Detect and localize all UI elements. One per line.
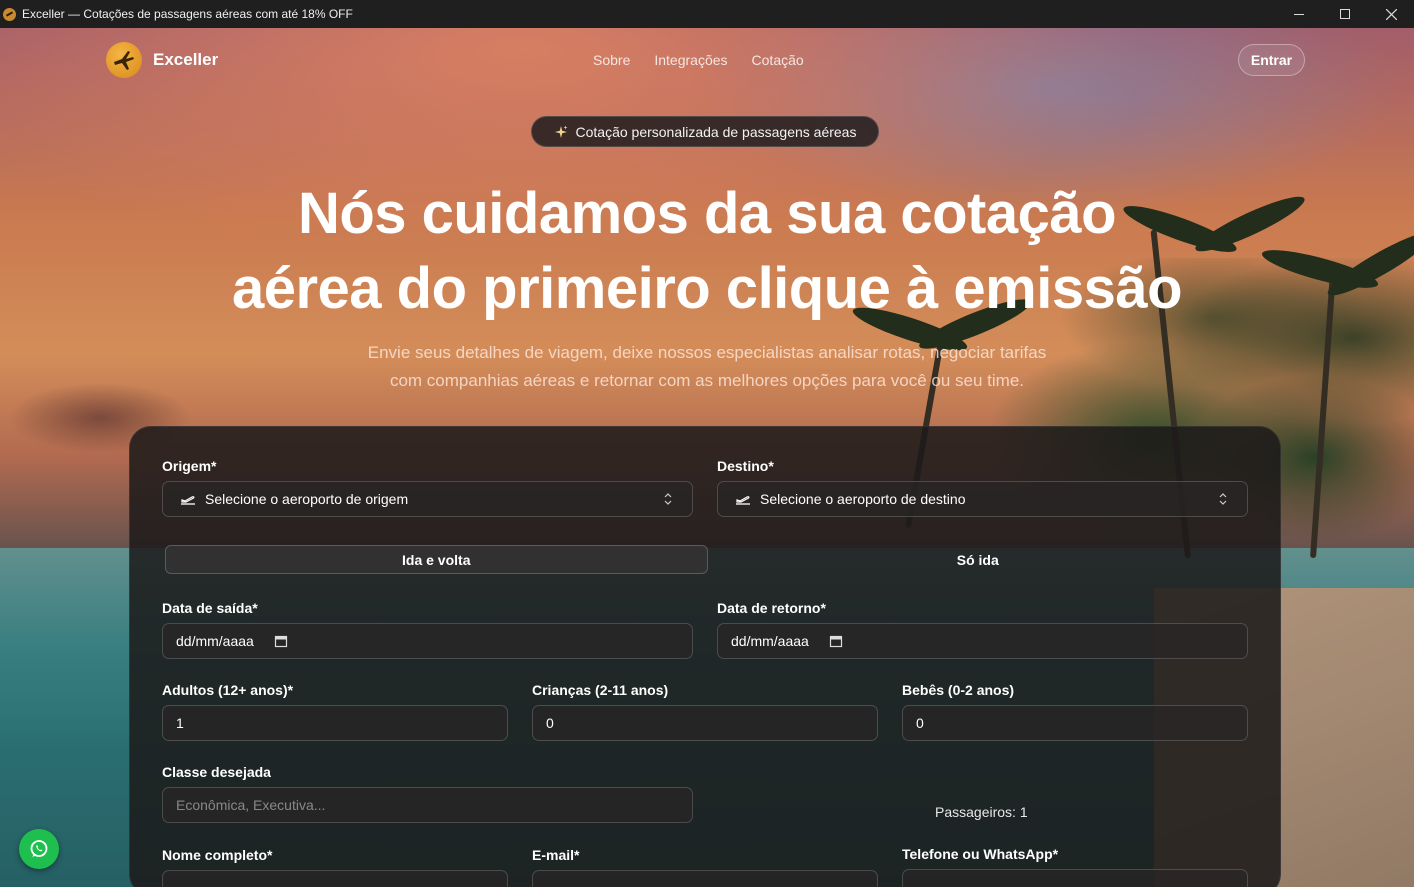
destination-label: Destino* [717, 458, 774, 474]
infants-value: 0 [916, 715, 924, 731]
infants-input[interactable]: 0 [902, 705, 1248, 741]
hero-subtitle-line: com companhias aéreas e retornar com as … [389, 371, 1025, 390]
destination-select[interactable]: Selecione o aeroporto de destino [717, 481, 1248, 517]
name-input[interactable] [162, 870, 508, 887]
return-date-input[interactable]: dd/mm/aaaa [717, 623, 1248, 659]
adults-input[interactable]: 1 [162, 705, 508, 741]
close-button[interactable] [1368, 0, 1414, 28]
hero-title-line: Nós cuidamos da sua cotação [297, 181, 1117, 246]
destination-select-text: Selecione o aeroporto de destino [760, 491, 966, 507]
infants-label: Bebês (0-2 anos) [902, 682, 1015, 698]
cabin-placeholder: Econômica, Executiva... [176, 797, 326, 813]
logo[interactable] [106, 42, 142, 78]
adults-value: 1 [176, 715, 184, 731]
hero-title-line: aérea do primeiro clique à emissão [231, 256, 1183, 321]
plane-logo-icon [114, 51, 134, 70]
hero-title: Nós cuidamos da sua cotação aérea do pri… [0, 176, 1414, 326]
hero-badge: Cotação personalizada de passagens aérea… [531, 116, 879, 147]
hero-badge-text: Cotação personalizada de passagens aérea… [575, 123, 857, 140]
origin-select[interactable]: Selecione o aeroporto de origem [162, 481, 693, 517]
maximize-button[interactable] [1322, 0, 1368, 28]
phone-label: Telefone ou WhatsApp* [902, 846, 1059, 862]
whatsapp-icon [30, 840, 48, 857]
calendar-icon[interactable] [274, 634, 288, 648]
minimize-button[interactable] [1276, 0, 1322, 28]
chevron-updown-icon [664, 493, 672, 505]
maximize-icon [1340, 9, 1350, 19]
nav-link-integracoes[interactable]: Integrações [654, 52, 727, 68]
calendar-icon[interactable] [829, 634, 843, 648]
email-input[interactable] [532, 870, 878, 887]
passengers-summary: Passageiros: 1 [935, 804, 1028, 820]
login-button[interactable]: Entrar [1238, 44, 1305, 76]
hero-subtitle-line: Envie seus detalhes de viagem, deixe nos… [367, 343, 1047, 362]
name-label: Nome completo* [162, 847, 273, 863]
takeoff-icon [181, 496, 195, 505]
departure-date-input[interactable]: dd/mm/aaaa [162, 623, 693, 659]
children-label: Crianças (2-11 anos) [532, 682, 669, 698]
trip-type-round-trip[interactable]: Ida e volta [165, 545, 708, 574]
origin-label: Origem* [162, 458, 217, 474]
phone-input[interactable] [902, 869, 1248, 887]
hero-subtitle: Envie seus detalhes de viagem, deixe nos… [0, 339, 1414, 395]
brand-name[interactable]: Exceller [153, 50, 218, 70]
main-nav: Sobre Integrações Cotação [593, 52, 804, 68]
email-label: E-mail* [532, 847, 580, 863]
departure-date-value: dd/mm/aaaa [176, 633, 254, 649]
children-input[interactable]: 0 [532, 705, 878, 741]
minimize-icon [1294, 13, 1304, 15]
chevron-updown-icon [1219, 493, 1227, 505]
trip-type-toggle: Ida e volta Só ida [165, 545, 1248, 574]
window-title: Exceller — Cotações de passagens aéreas … [22, 7, 353, 21]
cabin-input[interactable]: Econômica, Executiva... [162, 787, 693, 823]
children-value: 0 [546, 715, 554, 731]
adults-label: Adultos (12+ anos)* [162, 682, 294, 698]
return-label: Data de retorno* [717, 600, 826, 616]
whatsapp-button[interactable] [19, 829, 59, 869]
app-icon [3, 7, 16, 21]
takeoff-icon [736, 496, 750, 505]
nav-link-sobre[interactable]: Sobre [593, 52, 630, 68]
return-date-value: dd/mm/aaaa [731, 633, 809, 649]
nav-link-cotacao[interactable]: Cotação [752, 52, 804, 68]
cabin-label: Classe desejada [162, 764, 271, 780]
window-controls [1276, 0, 1414, 28]
window-titlebar: Exceller — Cotações de passagens aéreas … [0, 0, 1414, 28]
origin-select-text: Selecione o aeroporto de origem [205, 491, 409, 507]
departure-label: Data de saída* [162, 600, 258, 616]
close-icon [1385, 8, 1397, 20]
trip-type-one-way[interactable]: Só ida [708, 545, 1249, 574]
sparkle-icon [554, 125, 567, 138]
